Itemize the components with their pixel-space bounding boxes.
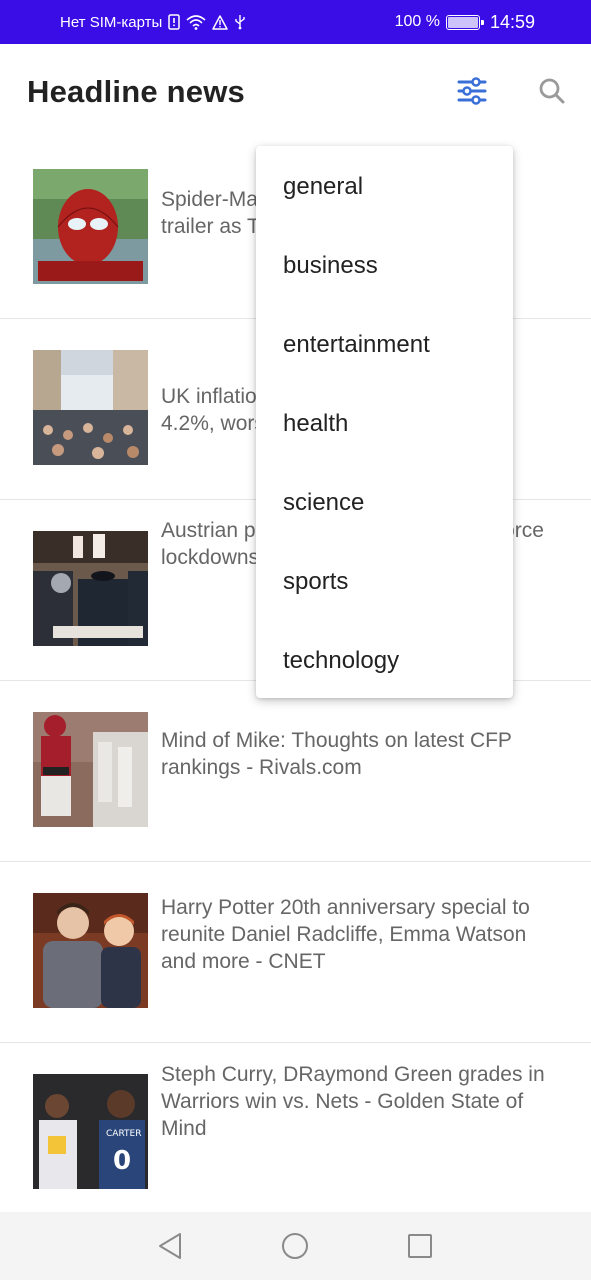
menu-item-general[interactable]: general xyxy=(256,147,513,226)
battery-percent: 100 % xyxy=(394,13,440,30)
news-item[interactable]: 0 CARTER Steph Curry, DRaymond Green gra… xyxy=(0,1043,591,1224)
recents-button[interactable] xyxy=(400,1228,440,1264)
search-icon xyxy=(539,78,565,104)
news-item[interactable]: Harry Potter 20th anniversary special to… xyxy=(0,862,591,1043)
wifi-icon xyxy=(186,14,206,30)
news-thumbnail xyxy=(33,893,148,1008)
back-button[interactable] xyxy=(150,1228,190,1264)
menu-item-business[interactable]: business xyxy=(256,226,513,305)
filter-sliders-icon xyxy=(457,77,487,105)
news-thumbnail xyxy=(33,169,148,284)
sim-alert-icon xyxy=(168,14,181,30)
back-triangle-icon xyxy=(159,1233,181,1259)
system-nav-bar xyxy=(0,1212,591,1280)
status-bar: Нет SIM-карты 100 % 14:59 xyxy=(0,0,591,44)
news-title: Mind of Mike: Thoughts on latest CFP ran… xyxy=(161,729,512,779)
status-left: Нет SIM-карты xyxy=(60,14,246,31)
search-button[interactable] xyxy=(532,71,572,111)
menu-item-entertainment[interactable]: entertainment xyxy=(256,305,513,384)
category-menu: general business entertainment health sc… xyxy=(256,146,513,698)
news-thumbnail: 0 CARTER xyxy=(33,1074,148,1189)
app-bar: Headline news xyxy=(0,44,591,140)
news-item[interactable]: Mind of Mike: Thoughts on latest CFP ran… xyxy=(0,681,591,862)
menu-item-sports[interactable]: sports xyxy=(256,542,513,621)
status-right: 100 % 14:59 xyxy=(395,12,535,33)
home-circle-icon xyxy=(282,1233,308,1259)
page-title: Headline news xyxy=(27,74,245,109)
filter-button[interactable] xyxy=(452,71,492,111)
svg-text:CARTER: CARTER xyxy=(106,1129,141,1139)
menu-item-science[interactable]: science xyxy=(256,463,513,542)
menu-item-technology[interactable]: technology xyxy=(256,621,513,700)
news-thumbnail xyxy=(33,531,148,646)
menu-item-health[interactable]: health xyxy=(256,384,513,463)
home-button[interactable] xyxy=(275,1228,315,1264)
news-title: Harry Potter 20th anniversary special to… xyxy=(161,896,530,973)
carrier-label: Нет SIM-карты xyxy=(60,13,163,31)
battery-icon xyxy=(445,14,484,30)
news-thumbnail xyxy=(33,712,148,827)
svg-text:0: 0 xyxy=(113,1146,131,1176)
usb-icon xyxy=(234,14,246,30)
warning-icon xyxy=(212,14,229,30)
news-thumbnail xyxy=(33,350,148,465)
recents-square-icon xyxy=(408,1234,432,1258)
clock: 14:59 xyxy=(489,11,535,32)
battery-fill xyxy=(447,16,478,28)
news-title: Steph Curry, DRaymond Green grades in Wa… xyxy=(161,1063,545,1140)
